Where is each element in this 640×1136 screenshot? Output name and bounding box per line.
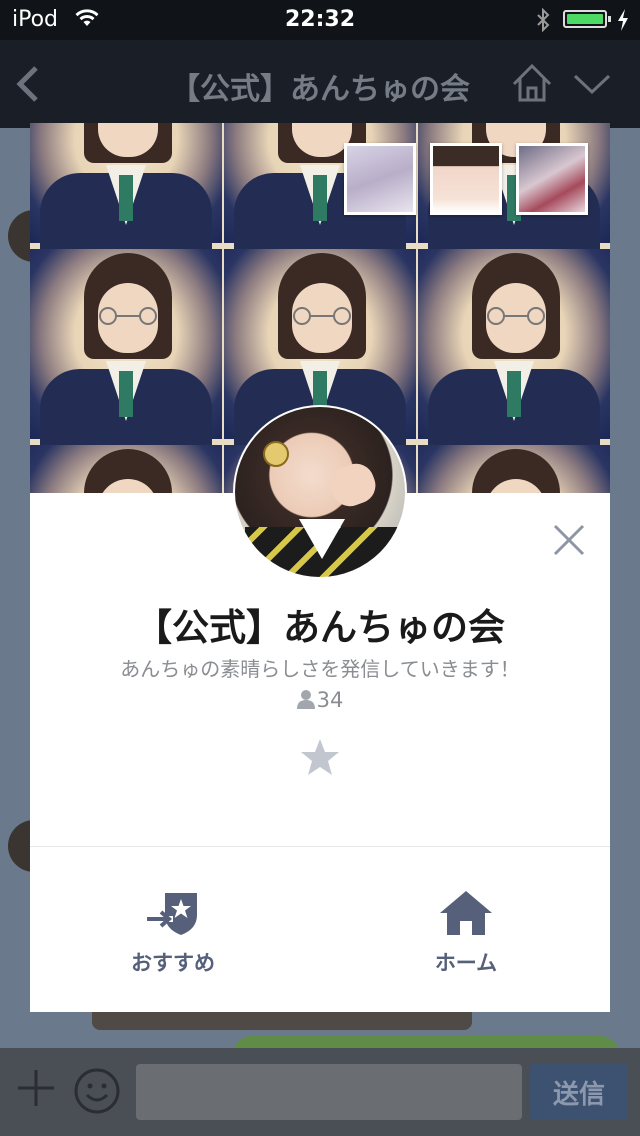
- divider: [30, 846, 610, 847]
- profile-name: 【公式】あんちゅの会: [135, 606, 505, 649]
- cover-thumbnail[interactable]: [344, 143, 416, 215]
- profile-description: あんちゅの素晴らしさを発信していきます！: [120, 657, 520, 681]
- profile-avatar[interactable]: [233, 405, 407, 579]
- cover-thumbnail[interactable]: [430, 143, 502, 215]
- home-label: ホーム: [434, 951, 498, 975]
- chevron-down-icon[interactable]: [572, 72, 612, 96]
- status-bar: iPod 22:32: [0, 0, 640, 40]
- navigation-bar: 【公式】あんちゅの会: [0, 40, 640, 128]
- person-icon: [296, 690, 315, 709]
- home-button[interactable]: ホーム: [366, 889, 566, 977]
- home-icon: [440, 891, 492, 935]
- message-input[interactable]: [136, 1064, 522, 1120]
- send-button[interactable]: 送信: [530, 1064, 628, 1120]
- home-icon[interactable]: [510, 62, 554, 104]
- charging-icon: [618, 9, 628, 31]
- friend-count-value: 34: [316, 688, 344, 712]
- input-bar: 送信: [0, 1048, 640, 1136]
- plus-icon[interactable]: [16, 1068, 56, 1108]
- battery-icon: [563, 10, 611, 28]
- star-icon[interactable]: [300, 737, 340, 777]
- cover-thumbnail[interactable]: [516, 143, 588, 215]
- friend-count: 34: [30, 688, 610, 712]
- emoji-icon[interactable]: [74, 1068, 120, 1114]
- recommend-icon: [147, 893, 197, 935]
- recommend-button[interactable]: おすすめ: [73, 889, 273, 977]
- close-icon[interactable]: [552, 523, 586, 557]
- bluetooth-icon: [537, 8, 550, 32]
- profile-popup: 【公式】あんちゅの会 あんちゅの素晴らしさを発信していきます！ 34 おすすめ …: [30, 123, 610, 1012]
- recommend-label: おすすめ: [131, 951, 215, 975]
